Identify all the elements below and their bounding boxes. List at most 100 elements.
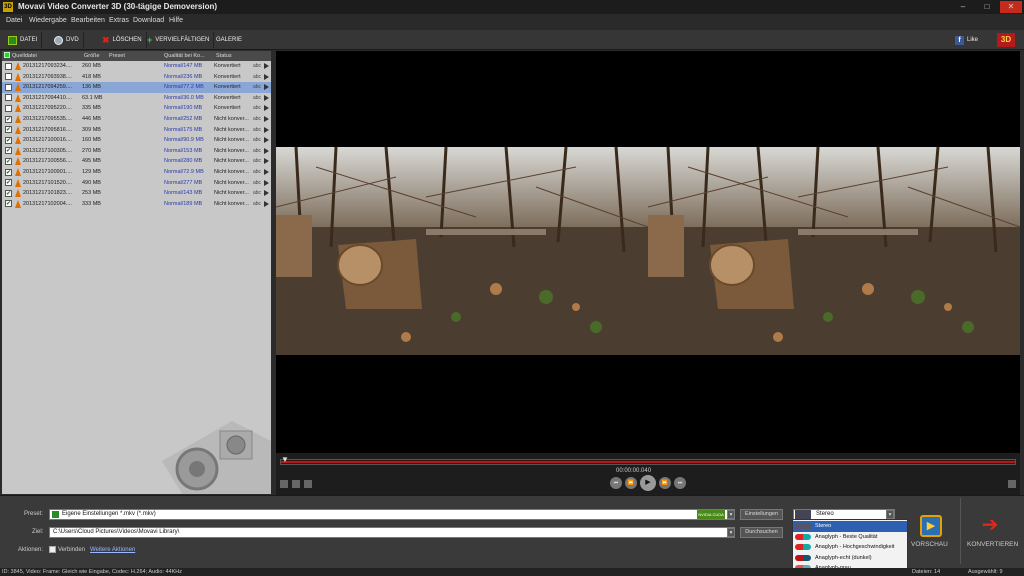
subtitle-icon[interactable]: abc [253, 158, 261, 164]
menu-item-extras[interactable]: Extras [109, 17, 129, 24]
row-checkbox[interactable] [5, 73, 12, 81]
subtitle-icon[interactable]: abc [253, 148, 261, 154]
table-row[interactable]: 20131217093938.... 418 MB Normal/236 MB Kon… [2, 72, 271, 83]
table-row[interactable]: 20131217093234.... 260 MB Normal/147 MB Kon… [2, 61, 271, 72]
row-arrow-icon[interactable] [264, 84, 269, 91]
timeline-track[interactable] [280, 459, 1016, 465]
row-checkbox[interactable] [5, 104, 12, 112]
table-row[interactable]: ✔ 20131217095816.... 309 MB Normal/175 MB Ni… [2, 125, 271, 136]
target-dropdown-arrow-icon[interactable]: ▾ [727, 528, 735, 537]
menu-item-datei[interactable]: Datei [6, 17, 22, 24]
preset-dropdown-arrow-icon[interactable]: ▾ [727, 510, 735, 519]
subtitle-icon[interactable]: abc [253, 127, 261, 133]
row-arrow-icon[interactable] [264, 158, 269, 165]
row-arrow-icon[interactable] [264, 94, 269, 101]
browse-button[interactable]: Durchsuchen [740, 527, 783, 538]
row-checkbox[interactable] [5, 83, 12, 91]
table-row[interactable]: ✔ 20131217100305.... 270 MB Normal/153 MB Ni… [2, 146, 271, 157]
row-arrow-icon[interactable] [264, 126, 269, 133]
settings-button[interactable]: Einstellungen [740, 509, 783, 520]
menu-item-bearbeiten[interactable]: Bearbeiten [71, 17, 105, 24]
subtitle-icon[interactable]: abc [253, 105, 261, 111]
column-source-file[interactable]: Quelldatei [12, 53, 37, 59]
row-checkbox[interactable]: ✔ [5, 179, 12, 187]
subtitle-icon[interactable]: abc [253, 95, 261, 101]
column-preset[interactable]: Preset [109, 53, 125, 59]
row-arrow-icon[interactable] [264, 105, 269, 112]
mode-dropdown-arrow-icon[interactable]: ▾ [886, 510, 894, 519]
table-row[interactable]: ✔ 20131217101823.... 253 MB Normal/143 MB Ni… [2, 188, 271, 199]
dropdown-option-stereo[interactable]: Stereo [793, 521, 907, 532]
duplicate-button[interactable]: + VERVIELFÄLTIGEN [143, 32, 215, 48]
table-row[interactable]: ✔ 20131217100556.... 495 MB Normal/280 MB Ni… [2, 156, 271, 167]
subtitle-icon[interactable]: abc [253, 169, 261, 175]
subtitle-icon[interactable]: abc [253, 180, 261, 186]
close-button[interactable]: ✕ [1000, 1, 1022, 13]
column-size[interactable]: Größe [84, 53, 100, 59]
join-checkbox[interactable] [49, 546, 56, 553]
dropdown-option-anaglyph-true[interactable]: Anaglyph-echt (dunkel) [793, 553, 907, 564]
video-preview[interactable] [276, 51, 1020, 453]
row-arrow-icon[interactable] [264, 137, 269, 144]
table-row[interactable]: ✔ 20131217100016.... 160 MB Normal/90.9 MB N… [2, 135, 271, 146]
stop-icon[interactable] [280, 480, 288, 488]
menu-item-download[interactable]: Download [133, 17, 164, 24]
dropdown-option-anaglyph-fast[interactable]: Anaglyph - Hochgeschwindigkeit [793, 542, 907, 553]
table-row[interactable]: ✔ 20131217102004.... 333 MB Normal/189 MB Ni… [2, 199, 271, 210]
speaker-icon[interactable] [1008, 480, 1016, 488]
row-arrow-icon[interactable] [264, 200, 269, 207]
menu-item-hilfe[interactable]: Hilfe [169, 17, 183, 24]
column-status[interactable]: Status [216, 53, 232, 59]
subtitle-icon[interactable]: abc [253, 201, 261, 207]
row-arrow-icon[interactable] [264, 169, 269, 175]
table-row[interactable]: 20131217094259.... 136 MB Normal/77.2 MB Ko… [2, 82, 271, 93]
skip-start-icon[interactable]: ⏮ [610, 477, 622, 489]
dvd-button[interactable]: DVD [50, 32, 84, 48]
subtitle-icon[interactable]: abc [253, 84, 261, 90]
subtitle-icon[interactable]: abc [253, 116, 261, 122]
table-row[interactable]: ✔ 20131217101520.... 490 MB Normal/277 MB Ni… [2, 178, 271, 189]
subtitle-icon[interactable]: abc [253, 74, 261, 80]
row-checkbox[interactable]: ✔ [5, 115, 12, 123]
row-checkbox[interactable]: ✔ [5, 200, 12, 208]
preset-field[interactable]: Eigene Einstellungen *.mkv (*.mkv) [49, 509, 735, 520]
row-arrow-icon[interactable] [264, 179, 269, 186]
convert-button[interactable]: KONVERTIEREN [967, 541, 1018, 548]
play-icon[interactable]: ▶ [640, 475, 656, 491]
subtitle-icon[interactable]: abc [253, 137, 261, 143]
dropdown-option-anaglyph-best[interactable]: Anaglyph - Beste Qualität [793, 532, 907, 543]
menu-item-wiedergabe[interactable]: Wiedergabe [29, 17, 67, 24]
maximize-button[interactable]: □ [976, 1, 998, 13]
minimize-button[interactable]: – [952, 1, 974, 13]
row-checkbox[interactable]: ✔ [5, 136, 12, 144]
skip-end-icon[interactable]: ⏭ [674, 477, 686, 489]
preview-play-icon[interactable]: ▶ [920, 515, 942, 537]
delete-button[interactable]: ✖ LÖSCHEN [98, 32, 147, 48]
row-arrow-icon[interactable] [264, 73, 269, 80]
row-checkbox[interactable] [5, 62, 12, 70]
subtitle-icon[interactable]: abc [253, 63, 261, 69]
row-checkbox[interactable]: ✔ [5, 157, 12, 165]
fast-forward-icon[interactable]: ⏩ [659, 477, 671, 489]
select-all-checkbox[interactable] [4, 52, 10, 58]
volume-icon[interactable] [304, 480, 312, 488]
more-actions-link[interactable]: Weitere Aktionen [90, 547, 135, 553]
row-checkbox[interactable]: ✔ [5, 189, 12, 197]
subtitle-icon[interactable]: abc [253, 190, 261, 196]
table-row[interactable]: 20131217095220.... 335 MB Normal/190 MB Kon… [2, 103, 271, 114]
row-arrow-icon[interactable] [264, 147, 269, 154]
facebook-like-button[interactable]: f Like [951, 32, 982, 48]
add-file-button[interactable]: DATEI [4, 32, 43, 48]
row-checkbox[interactable]: ✔ [5, 168, 12, 176]
column-quality[interactable]: Qualität bei Ko... [164, 53, 205, 59]
table-row[interactable]: 20131217094410.... 63.1 MB Normal/36.0 MB K… [2, 93, 271, 104]
snapshot-icon[interactable] [292, 480, 300, 488]
row-arrow-icon[interactable] [264, 116, 269, 122]
start-marker-icon[interactable]: ▼ [281, 455, 289, 464]
row-arrow-icon[interactable] [264, 190, 269, 197]
target-path-field[interactable]: C:\Users\Cloud Pictures\Videos\Movavi Li… [49, 527, 735, 538]
row-checkbox[interactable]: ✔ [5, 147, 12, 155]
table-row[interactable]: ✔ 20131217095535.... 446 MB Normal/252 MB Ni… [2, 114, 271, 125]
rewind-icon[interactable]: ⏪ [625, 477, 637, 489]
row-checkbox[interactable] [5, 94, 12, 102]
